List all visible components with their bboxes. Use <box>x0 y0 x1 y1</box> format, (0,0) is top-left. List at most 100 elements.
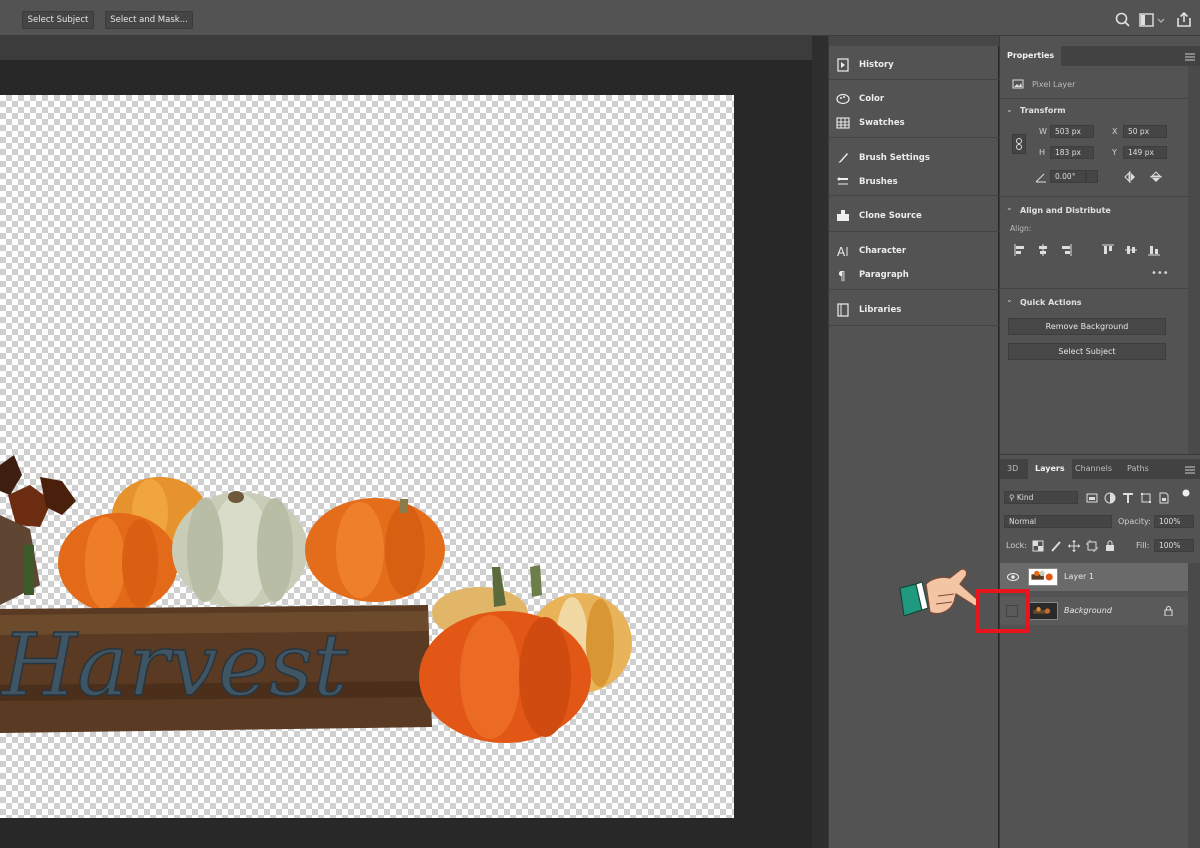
history-icon <box>835 57 851 73</box>
remove-background-button[interactable]: Remove Background <box>1008 318 1166 335</box>
collapsed-panel-dock: History Color Swatches Brush Settings Br… <box>828 36 999 848</box>
link-dimensions-icon[interactable] <box>1011 133 1027 155</box>
panel-menu-icon[interactable] <box>1185 53 1195 61</box>
options-bar: Select Subject Select and Mask... <box>0 0 1200 36</box>
dock-label-history: History <box>859 60 894 70</box>
transform-title: Transform <box>1020 106 1066 115</box>
opacity-label: Opacity: <box>1118 517 1151 526</box>
layers-menu-icon[interactable] <box>1185 466 1195 474</box>
panel-gutter <box>812 36 828 848</box>
background-thumbnail <box>1028 602 1058 620</box>
tab-paths[interactable]: Paths <box>1120 459 1156 479</box>
layers-scrollbar[interactable] <box>1188 563 1200 848</box>
tab-3d[interactable]: 3D <box>1000 459 1025 479</box>
lock-label: Lock: <box>1006 541 1027 550</box>
harvest-pumpkins-artwork: Harvest <box>0 455 632 743</box>
eye-icon[interactable] <box>1007 572 1019 582</box>
filter-type-icon[interactable] <box>1122 492 1134 504</box>
dock-label-color: Color <box>859 94 885 104</box>
dock-item-libraries[interactable]: Libraries <box>835 300 901 320</box>
filter-shape-icon[interactable] <box>1140 492 1152 504</box>
tab-properties[interactable]: Properties <box>1000 46 1062 66</box>
svg-text:¶: ¶ <box>838 269 846 282</box>
select-subject-quick-button[interactable]: Select Subject <box>1008 343 1166 360</box>
dock-item-clone-source[interactable]: Clone Source <box>835 206 922 226</box>
brush-settings-icon <box>835 150 851 166</box>
tab-channels[interactable]: Channels <box>1068 459 1119 479</box>
align-left-icon[interactable] <box>1014 244 1026 256</box>
lock-image-icon[interactable] <box>1050 540 1062 552</box>
divider <box>1000 288 1200 289</box>
lock-artboard-icon[interactable] <box>1086 540 1098 552</box>
properties-tab-bar: Properties <box>1000 46 1200 66</box>
angle-field[interactable]: 0.00° <box>1050 170 1086 183</box>
more-options-icon[interactable]: ••• <box>1151 268 1169 279</box>
dock-item-character[interactable]: A Character <box>835 241 906 261</box>
select-subject-button[interactable]: Select Subject <box>22 11 94 29</box>
fill-field[interactable]: 100% <box>1154 539 1194 552</box>
search-icon: ⚲ <box>1009 493 1017 502</box>
character-icon: A <box>835 243 851 259</box>
lock-icon <box>1164 606 1173 616</box>
share-icon[interactable] <box>1174 10 1194 30</box>
width-field[interactable]: 503 px <box>1050 125 1094 138</box>
svg-text:A: A <box>837 245 846 258</box>
fill-label: Fill: <box>1136 541 1150 550</box>
height-field[interactable]: 183 px <box>1050 146 1094 159</box>
y-position-field[interactable]: 149 px <box>1123 146 1167 159</box>
dock-item-brushes[interactable]: Brushes <box>835 172 898 192</box>
lock-all-icon[interactable] <box>1104 540 1116 552</box>
dock-item-swatches[interactable]: Swatches <box>835 113 905 133</box>
divider <box>1000 196 1200 197</box>
lock-position-icon[interactable] <box>1068 540 1080 552</box>
layer-filter-select[interactable]: ⚲ Kind <box>1004 491 1078 504</box>
dock-item-color[interactable]: Color <box>835 89 884 109</box>
highlight-box <box>976 589 1030 633</box>
filter-smart-object-icon[interactable] <box>1158 492 1170 504</box>
dock-item-history[interactable]: History <box>835 55 894 75</box>
filter-toggle-icon[interactable] <box>1182 489 1190 497</box>
align-vertical-center-icon[interactable] <box>1125 244 1137 256</box>
background-layer-name[interactable]: Background <box>1064 606 1112 615</box>
color-icon <box>835 91 851 107</box>
divider <box>1000 98 1200 99</box>
align-horizontal-center-icon[interactable] <box>1037 244 1049 256</box>
select-and-mask-button[interactable]: Select and Mask... <box>105 11 193 29</box>
filter-adjustment-icon[interactable] <box>1104 492 1116 504</box>
y-label: Y <box>1112 148 1117 157</box>
layer-filter-value: Kind <box>1016 493 1034 502</box>
align-bottom-icon[interactable] <box>1148 244 1160 256</box>
align-label: Align: <box>1010 224 1032 233</box>
swatches-icon <box>835 115 851 131</box>
lock-transparent-icon[interactable] <box>1032 540 1044 552</box>
align-top-icon[interactable] <box>1102 244 1114 256</box>
x-position-field[interactable]: 50 px <box>1123 125 1167 138</box>
dock-label-character: Character <box>859 246 907 256</box>
workspace-switcher-icon[interactable] <box>1138 10 1166 30</box>
dock-group-type: A Character ¶ Paragraph <box>829 232 999 290</box>
flip-vertical-icon[interactable] <box>1150 171 1162 183</box>
tab-layers[interactable]: Layers <box>1028 459 1072 479</box>
layer-row-layer-1[interactable]: Layer 1 <box>1000 563 1188 591</box>
document-canvas[interactable]: Harvest <box>0 95 734 818</box>
filter-pixel-icon[interactable] <box>1086 492 1098 504</box>
layer-1-name[interactable]: Layer 1 <box>1064 572 1094 581</box>
chevron-down-icon[interactable]: ⌄ <box>1006 203 1013 212</box>
pointing-hand-annotation <box>899 568 980 617</box>
dock-header <box>829 36 999 46</box>
search-icon[interactable] <box>1113 10 1133 30</box>
layers-tab-bar: 3D Layers Channels Paths <box>1000 459 1200 479</box>
blend-mode-select[interactable]: Normal <box>1004 515 1112 528</box>
chevron-down-icon[interactable]: ⌄ <box>1006 105 1013 114</box>
opacity-field[interactable]: 100% <box>1154 515 1194 528</box>
align-right-icon[interactable] <box>1060 244 1072 256</box>
flip-horizontal-icon[interactable] <box>1124 171 1136 183</box>
dock-label-libraries: Libraries <box>859 305 902 315</box>
dock-label-swatches: Swatches <box>859 118 905 128</box>
chevron-down-icon[interactable]: ⌄ <box>1006 295 1013 304</box>
width-label: W <box>1039 127 1047 136</box>
dock-item-paragraph[interactable]: ¶ Paragraph <box>835 265 909 285</box>
properties-scrollbar[interactable] <box>1188 66 1200 466</box>
angle-dropdown-icon[interactable] <box>1086 170 1098 183</box>
dock-item-brush-settings[interactable]: Brush Settings <box>835 148 930 168</box>
